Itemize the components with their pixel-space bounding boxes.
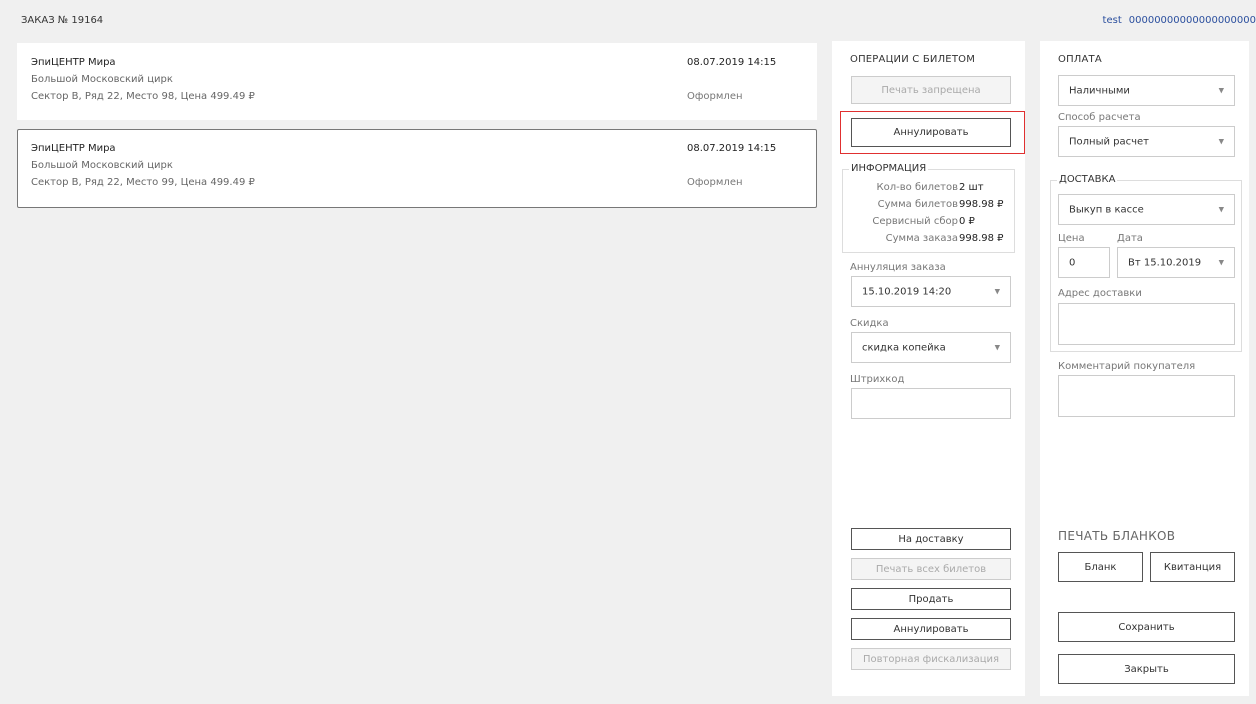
- payment-panel: ОПЛАТА Наличными ▼ Способ расчета Полный…: [1040, 41, 1249, 696]
- barcode-label: Штрихкод: [850, 374, 905, 385]
- comment-label: Комментарий покупателя: [1058, 361, 1196, 372]
- save-button[interactable]: Сохранить: [1058, 612, 1235, 642]
- ticket-datetime: 08.07.2019 14:15: [687, 143, 777, 154]
- discount-select[interactable]: скидка копейка ▼: [851, 332, 1011, 363]
- annul-date-select[interactable]: 15.10.2019 14:20 ▼: [851, 276, 1011, 307]
- delivery-type-select[interactable]: Выкуп в кассе ▼: [1058, 194, 1235, 225]
- to-delivery-button[interactable]: На доставку: [851, 528, 1011, 550]
- delivery-box: ДОСТАВКА Выкуп в кассе ▼ Цена Дата 0 Вт …: [1050, 174, 1242, 352]
- delivery-date-select[interactable]: Вт 15.10.2019 ▼: [1117, 247, 1235, 278]
- print-all-tickets-button[interactable]: Печать всех билетов: [851, 558, 1011, 580]
- calc-method-select[interactable]: Полный расчет ▼: [1058, 126, 1235, 157]
- calc-method-label: Способ расчета: [1058, 112, 1141, 123]
- delivery-address-label: Адрес доставки: [1058, 288, 1142, 299]
- chevron-down-icon: ▼: [1218, 205, 1224, 214]
- ticket-card-selected[interactable]: ЭпиЦЕНТР Мира Большой Московский цирк Се…: [17, 129, 817, 208]
- user-info[interactable]: test 00000000000000000000: [1096, 15, 1256, 26]
- ticket-operations-panel: ОПЕРАЦИИ С БИЛЕТОМ Печать запрещена Анну…: [832, 41, 1025, 696]
- ticket-venue: ЭпиЦЕНТР Мира: [31, 57, 116, 68]
- annul-bottom-button[interactable]: Аннулировать: [851, 618, 1011, 640]
- print-forms-title: ПЕЧАТЬ БЛАНКОВ: [1058, 529, 1176, 543]
- delivery-price-input[interactable]: 0: [1058, 247, 1110, 278]
- delivery-date-label: Дата: [1117, 233, 1143, 244]
- chevron-down-icon: ▼: [994, 287, 1000, 296]
- receipt-button[interactable]: Квитанция: [1150, 552, 1235, 582]
- annul-date-label: Аннуляция заказа: [850, 262, 946, 273]
- ticket-organizer: Большой Московский цирк: [31, 74, 173, 85]
- chevron-down-icon: ▼: [1218, 86, 1224, 95]
- discount-label: Скидка: [850, 318, 889, 329]
- ticket-datetime: 08.07.2019 14:15: [687, 57, 777, 68]
- info-box: ИНФОРМАЦИЯ Кол-во билетов 2 шт Сумма бил…: [842, 163, 1015, 253]
- chevron-down-icon: ▼: [994, 343, 1000, 352]
- annul-button[interactable]: Аннулировать: [851, 118, 1011, 147]
- ticket-organizer: Большой Московский цирк: [31, 160, 173, 171]
- operations-title: ОПЕРАЦИИ С БИЛЕТОМ: [850, 54, 976, 65]
- ticket-seat: Сектор B, Ряд 22, Место 98, Цена 499.49 …: [31, 91, 255, 102]
- comment-input[interactable]: [1058, 375, 1235, 417]
- print-forbidden-button[interactable]: Печать запрещена: [851, 76, 1011, 104]
- ticket-card[interactable]: ЭпиЦЕНТР Мира Большой Московский цирк Се…: [17, 43, 817, 120]
- ticket-status: Оформлен: [687, 177, 743, 188]
- payment-title: ОПЛАТА: [1058, 54, 1102, 65]
- ticket-seat: Сектор B, Ряд 22, Место 99, Цена 499.49 …: [31, 177, 255, 188]
- ticket-status: Оформлен: [687, 91, 743, 102]
- barcode-input[interactable]: [851, 388, 1011, 419]
- chevron-down-icon: ▼: [1218, 258, 1224, 267]
- user-name[interactable]: test: [1103, 15, 1122, 26]
- chevron-down-icon: ▼: [1218, 137, 1224, 146]
- info-title: ИНФОРМАЦИЯ: [849, 163, 929, 174]
- refiscalization-button[interactable]: Повторная фискализация: [851, 648, 1011, 670]
- order-title: ЗАКАЗ № 19164: [21, 15, 104, 26]
- user-code[interactable]: 00000000000000000000: [1129, 15, 1256, 26]
- delivery-price-label: Цена: [1058, 233, 1085, 244]
- sell-button[interactable]: Продать: [851, 588, 1011, 610]
- delivery-title: ДОСТАВКА: [1057, 174, 1118, 185]
- delivery-address-input[interactable]: [1058, 303, 1235, 345]
- ticket-venue: ЭпиЦЕНТР Мира: [31, 143, 116, 154]
- close-button[interactable]: Закрыть: [1058, 654, 1235, 684]
- payment-method-select[interactable]: Наличными ▼: [1058, 75, 1235, 106]
- blank-button[interactable]: Бланк: [1058, 552, 1143, 582]
